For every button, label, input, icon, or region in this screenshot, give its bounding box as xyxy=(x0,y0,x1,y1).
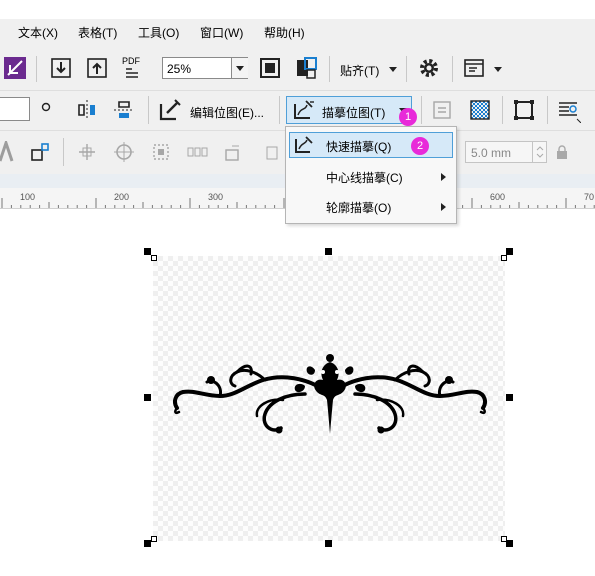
text-tool-icon[interactable] xyxy=(0,138,14,163)
handle-middle-right[interactable] xyxy=(506,394,513,401)
gear-icon[interactable] xyxy=(418,57,440,79)
menu-text[interactable]: 文本(X) xyxy=(18,24,58,41)
mirror-horizontal-icon[interactable] xyxy=(76,99,98,121)
menu-item-outline-trace[interactable]: 轮廓描摹(O) xyxy=(286,193,456,221)
edit-bitmap-label[interactable]: 编辑位图(E)... xyxy=(190,104,264,121)
pdf-label: PDF xyxy=(122,56,140,66)
ruler-label-600: 600 xyxy=(490,192,506,202)
menu-item-centerline-trace[interactable]: 中心线描摹(C) xyxy=(286,163,456,191)
chevron-down-icon xyxy=(236,66,244,71)
frame-node-icon[interactable] xyxy=(150,141,172,163)
ornament-graphic xyxy=(165,350,495,440)
node-top-left[interactable] xyxy=(151,255,157,261)
trace-bitmap-label: 描摹位图(T) xyxy=(322,106,386,120)
quick-trace-icon xyxy=(293,135,315,155)
window-options-icon[interactable] xyxy=(463,57,485,79)
submenu-arrow-icon xyxy=(441,203,446,211)
trace-bitmap-icon xyxy=(292,99,316,121)
node-bottom-right[interactable] xyxy=(501,536,507,542)
application-launcher-icon[interactable] xyxy=(295,56,319,80)
step-badge-2: 2 xyxy=(411,137,429,155)
shape-node-icon[interactable] xyxy=(30,142,50,162)
ruler-label-70: 70 xyxy=(584,192,595,202)
size-value: 5.0 mm xyxy=(471,146,512,160)
target-icon[interactable] xyxy=(113,141,135,163)
distribute-icon[interactable] xyxy=(186,142,208,162)
handle-top-left[interactable] xyxy=(144,248,151,255)
handle-bottom-right[interactable] xyxy=(506,540,513,547)
misc-icon[interactable] xyxy=(266,146,278,160)
menu-window[interactable]: 窗口(W) xyxy=(200,24,243,41)
handle-bottom-left[interactable] xyxy=(144,540,151,547)
menu-item-quick-trace[interactable]: 快速描摹(Q) 2 xyxy=(289,132,453,158)
zoom-dropdown-button[interactable] xyxy=(231,58,248,78)
submenu-arrow-icon xyxy=(441,173,446,181)
window-options-chevron-down-icon[interactable] xyxy=(494,67,502,72)
bitmap-color-mask-icon[interactable] xyxy=(469,99,491,121)
ruler-label-100: 100 xyxy=(20,192,36,202)
trace-bitmap-button[interactable]: 描摹位图(T) xyxy=(286,96,412,124)
handle-middle-left[interactable] xyxy=(144,394,151,401)
outline-trace-label: 轮廓描摹(O) xyxy=(326,201,392,215)
lock-node-icon[interactable] xyxy=(223,142,243,162)
handle-top-right[interactable] xyxy=(506,248,513,255)
menu-table[interactable]: 表格(T) xyxy=(78,24,117,41)
corel-connect-icon[interactable] xyxy=(4,57,26,79)
zoom-value: 25% xyxy=(167,62,192,76)
trace-bitmap-menu: 快速描摹(Q) 2 中心线描摹(C) 轮廓描摹(O) xyxy=(285,126,457,224)
align-node-icon[interactable] xyxy=(77,142,97,162)
publish-pdf-icon[interactable]: PDF xyxy=(122,56,146,82)
snap-chevron-down-icon[interactable] xyxy=(389,67,397,72)
crop-bitmap-icon[interactable] xyxy=(513,99,535,121)
menu-tools[interactable]: 工具(O) xyxy=(138,24,179,41)
ruler-label-200: 200 xyxy=(114,192,130,202)
lock-icon[interactable] xyxy=(556,145,568,159)
node-top-right[interactable] xyxy=(501,255,507,261)
mirror-vertical-icon[interactable] xyxy=(113,99,135,121)
snap-to-label[interactable]: 贴齐(T) xyxy=(340,62,379,79)
title-strip xyxy=(0,0,595,19)
menu-help[interactable]: 帮助(H) xyxy=(264,24,305,41)
resample-icon[interactable] xyxy=(432,100,452,120)
handle-bottom-middle[interactable] xyxy=(325,540,332,547)
centerline-trace-label: 中心线描摹(C) xyxy=(326,171,403,185)
import-icon[interactable] xyxy=(50,57,72,79)
handle-top-middle[interactable] xyxy=(325,248,332,255)
export-icon[interactable] xyxy=(86,57,108,79)
property-input[interactable] xyxy=(0,97,30,121)
node-bottom-left[interactable] xyxy=(151,536,157,542)
edit-bitmap-icon[interactable] xyxy=(158,98,182,122)
full-screen-preview-icon[interactable] xyxy=(259,57,281,79)
size-input[interactable]: 5.0 mm xyxy=(465,141,547,163)
degree-icon xyxy=(40,102,52,114)
ruler-label-300: 300 xyxy=(208,192,224,202)
text-wrap-icon[interactable] xyxy=(557,99,582,124)
quick-trace-label: 快速描摹(Q) xyxy=(326,140,392,154)
size-spinner[interactable] xyxy=(532,142,547,162)
zoom-level-combo[interactable]: 25% xyxy=(162,57,248,79)
step-badge-1: 1 xyxy=(399,108,417,126)
